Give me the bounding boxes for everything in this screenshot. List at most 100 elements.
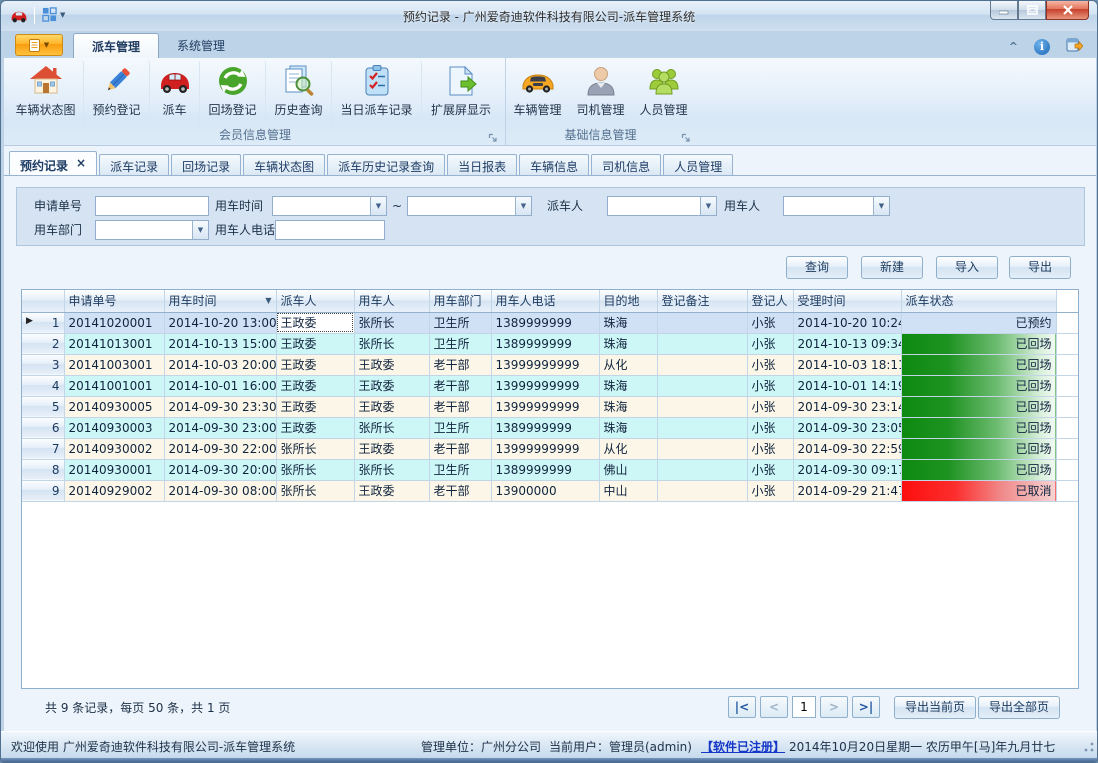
doc-tab-vehicle-status-map[interactable]: 车辆状态图	[243, 154, 325, 176]
row-selector[interactable]: 3	[22, 354, 64, 375]
dialog-launcher-icon[interactable]	[681, 132, 691, 142]
table-cell[interactable]: 老干部	[429, 480, 491, 501]
row-selector[interactable]: 9	[22, 480, 64, 501]
table-cell[interactable]: 小张	[747, 417, 793, 438]
table-cell[interactable]: 2014-09-30 09:17	[793, 459, 901, 480]
column-header[interactable]: 用车时间▼	[164, 290, 276, 312]
new-button[interactable]: 新建	[861, 256, 923, 279]
table-cell[interactable]: 珠海	[599, 396, 657, 417]
table-cell[interactable]: 2014-10-01 14:19	[793, 375, 901, 396]
table-cell[interactable]: 1389999999	[491, 459, 599, 480]
table-cell[interactable]: 珠海	[599, 312, 657, 333]
dispatch-status-cell[interactable]: 已回场	[901, 375, 1056, 396]
ribbon-button-personnel-management[interactable]: 人员管理	[632, 60, 695, 130]
doc-tab-vehicle-info[interactable]: 车辆信息	[519, 154, 589, 176]
query-button[interactable]: 查询	[786, 256, 848, 279]
table-row[interactable]: 5201409300052014-09-30 23:30王政委王政委老干部139…	[22, 396, 1079, 417]
next-page-button[interactable]: >	[820, 696, 848, 718]
column-header[interactable]: 用车人电话	[491, 290, 599, 312]
dropdown-arrow-icon[interactable]: ▼	[370, 197, 386, 215]
doc-tab-return-records[interactable]: 回场记录	[171, 154, 241, 176]
table-cell[interactable]: 1389999999	[491, 312, 599, 333]
table-cell[interactable]: 2014-09-30 23:14	[793, 396, 901, 417]
dropdown-arrow-icon[interactable]: ▼	[873, 197, 889, 215]
column-header[interactable]: 登记人	[747, 290, 793, 312]
ribbon-button-today-dispatch-records[interactable]: 当日派车记录	[332, 60, 422, 130]
application-menu-button[interactable]: ▼	[15, 34, 63, 56]
table-cell[interactable]: 2014-10-03 20:00	[164, 354, 276, 375]
column-header[interactable]: 用车人	[354, 290, 429, 312]
table-cell[interactable]: 2014-10-20 13:00	[164, 312, 276, 333]
table-row[interactable]: 2201410130012014-10-13 15:00王政委张所长卫生所138…	[22, 333, 1079, 354]
dropdown-arrow-icon[interactable]: ▼	[515, 197, 531, 215]
dispatch-status-cell[interactable]: 已回场	[901, 417, 1056, 438]
table-cell[interactable]: 2014-10-03 18:11	[793, 354, 901, 375]
table-cell[interactable]: 小张	[747, 312, 793, 333]
table-cell[interactable]: 王政委	[276, 312, 354, 333]
close-tab-icon[interactable]: ×	[76, 157, 86, 169]
dispatch-status-cell[interactable]: 已预约	[901, 312, 1056, 333]
table-cell[interactable]: 20141001001	[64, 375, 164, 396]
table-cell[interactable]: 王政委	[354, 375, 429, 396]
table-cell[interactable]	[657, 375, 747, 396]
row-selector[interactable]: 5	[22, 396, 64, 417]
ribbon-tab-dispatch[interactable]: 派车管理	[73, 33, 159, 58]
table-cell[interactable]: 1389999999	[491, 333, 599, 354]
column-header[interactable]: 目的地	[599, 290, 657, 312]
table-cell[interactable]: 2014-10-01 16:00	[164, 375, 276, 396]
table-cell[interactable]: 中山	[599, 480, 657, 501]
export-current-page-button[interactable]: 导出当前页	[894, 696, 976, 719]
ribbon-button-dispatch[interactable]: 派车	[150, 60, 200, 130]
table-cell[interactable]: 2014-10-13 15:00	[164, 333, 276, 354]
table-cell[interactable]: 王政委	[354, 396, 429, 417]
table-cell[interactable]: 小张	[747, 396, 793, 417]
table-row[interactable]: ▶1201410200012014-10-20 13:00王政委张所长卫生所13…	[22, 312, 1079, 333]
table-cell[interactable]	[657, 417, 747, 438]
table-cell[interactable]: 卫生所	[429, 333, 491, 354]
table-cell[interactable]: 13999999999	[491, 375, 599, 396]
switch-window-icon[interactable]	[1066, 37, 1083, 56]
dispatch-status-cell[interactable]: 已回场	[901, 333, 1056, 354]
table-cell[interactable]: 1389999999	[491, 417, 599, 438]
car-user-combo[interactable]: ▼	[783, 196, 890, 216]
table-cell[interactable]: 2014-10-20 10:24	[793, 312, 901, 333]
table-cell[interactable]: 20140929002	[64, 480, 164, 501]
ribbon-button-reservation[interactable]: 预约登记	[84, 60, 150, 130]
dispatch-status-cell[interactable]: 已回场	[901, 354, 1056, 375]
table-row[interactable]: 3201410030012014-10-03 20:00王政委王政委老干部139…	[22, 354, 1079, 375]
table-cell[interactable]: 张所长	[276, 459, 354, 480]
use-time-from-combo[interactable]: ▼	[272, 196, 387, 216]
table-cell[interactable]: 2014-10-13 09:34	[793, 333, 901, 354]
dispatch-status-cell[interactable]: 已取消	[901, 480, 1056, 501]
request-no-input[interactable]	[95, 196, 209, 216]
table-cell[interactable]: 13999999999	[491, 438, 599, 459]
table-cell[interactable]: 王政委	[276, 333, 354, 354]
table-row[interactable]: 7201409300022014-09-30 22:00张所长王政委老干部139…	[22, 438, 1079, 459]
table-cell[interactable]: 小张	[747, 459, 793, 480]
table-cell[interactable]: 王政委	[276, 354, 354, 375]
ribbon-button-history-query[interactable]: 历史查询	[266, 60, 332, 130]
row-selector[interactable]: ▶1	[22, 312, 64, 333]
ribbon-button-extended-screen[interactable]: 扩展屏显示	[422, 60, 500, 130]
table-cell[interactable]: 小张	[747, 354, 793, 375]
table-cell[interactable]: 2014-09-30 20:00	[164, 459, 276, 480]
first-page-button[interactable]: |<	[728, 696, 756, 718]
table-row[interactable]: 4201410010012014-10-01 16:00王政委王政委老干部139…	[22, 375, 1079, 396]
table-cell[interactable]: 小张	[747, 438, 793, 459]
column-header[interactable]: 登记备注	[657, 290, 747, 312]
phone-input[interactable]	[275, 220, 385, 240]
table-cell[interactable]: 王政委	[276, 375, 354, 396]
column-header[interactable]: 派车人	[276, 290, 354, 312]
prev-page-button[interactable]: <	[760, 696, 788, 718]
table-cell[interactable]	[657, 438, 747, 459]
table-cell[interactable]: 珠海	[599, 333, 657, 354]
table-cell[interactable]: 20140930001	[64, 459, 164, 480]
table-cell[interactable]: 小张	[747, 480, 793, 501]
table-cell[interactable]: 13999999999	[491, 354, 599, 375]
dropdown-arrow-icon[interactable]: ▼	[700, 197, 716, 215]
row-selector[interactable]: 6	[22, 417, 64, 438]
table-cell[interactable]: 2014-09-29 21:47	[793, 480, 901, 501]
dispatch-status-cell[interactable]: 已回场	[901, 438, 1056, 459]
doc-tab-reservation-records[interactable]: 预约记录 ×	[9, 151, 97, 176]
doc-tab-daily-report[interactable]: 当日报表	[447, 154, 517, 176]
